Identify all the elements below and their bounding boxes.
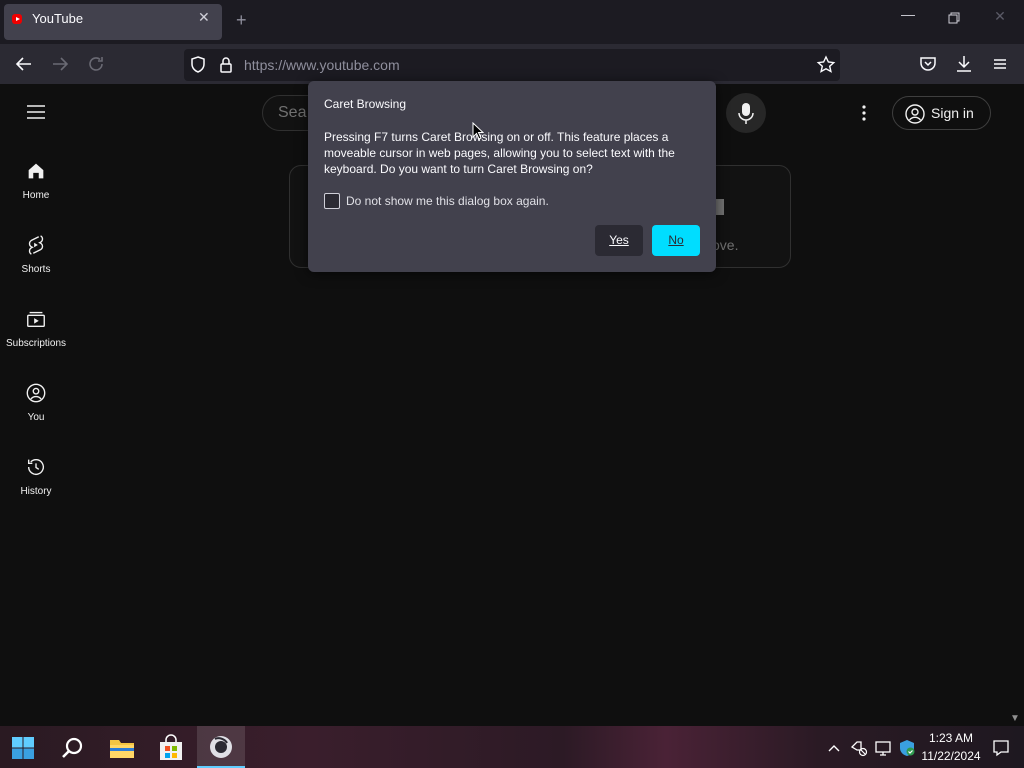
hamburger-menu-icon: [27, 105, 45, 119]
lock-icon: [220, 57, 232, 73]
dialog-title: Caret Browsing: [324, 97, 407, 111]
windows-security-button[interactable]: [898, 739, 916, 757]
taskbar-search-button[interactable]: [60, 735, 86, 761]
window-restore-button[interactable]: [944, 8, 964, 28]
window-minimize-button[interactable]: —: [898, 6, 918, 22]
search-icon: [62, 737, 83, 758]
start-button[interactable]: [10, 735, 36, 761]
hamburger-menu-icon: [994, 59, 1006, 69]
site-info-icon[interactable]: [214, 53, 238, 77]
network-status-button[interactable]: [850, 739, 868, 757]
pocket-icon: [920, 57, 936, 71]
windows-logo-icon: [12, 737, 34, 759]
download-icon: [957, 56, 971, 72]
taskbar-file-explorer[interactable]: [108, 735, 136, 761]
taskbar-microsoft-store[interactable]: [158, 734, 184, 762]
display-button[interactable]: [874, 739, 892, 757]
subscriptions-icon: [27, 311, 45, 328]
notification-icon: [993, 740, 1009, 757]
search-placeholder: Sea: [278, 104, 307, 121]
back-arrow-icon: [15, 57, 31, 71]
window-close-button[interactable]: ✕: [990, 8, 1010, 25]
tracking-protection-icon[interactable]: [186, 53, 210, 77]
folder-icon: [110, 740, 134, 758]
more-vertical-icon: [862, 105, 866, 121]
forward-button[interactable]: [48, 52, 72, 76]
pointer-icon: [472, 121, 485, 140]
app-menu-button[interactable]: [988, 52, 1012, 76]
reload-button[interactable]: [84, 52, 108, 76]
reload-icon: [89, 57, 103, 71]
history-icon: [27, 459, 44, 476]
bookmark-star-button[interactable]: [814, 53, 838, 77]
tab-title: YouTube: [32, 11, 84, 26]
taskbar-firefox[interactable]: [197, 726, 245, 768]
pocket-button[interactable]: [916, 52, 940, 76]
new-tab-button[interactable]: +: [236, 10, 247, 31]
forward-arrow-icon: [53, 57, 69, 71]
network-disconnected-icon: [850, 741, 868, 757]
notification-center-button[interactable]: [992, 739, 1010, 757]
show-hidden-icons-button[interactable]: [826, 740, 842, 756]
tab-close-button[interactable]: ✕: [198, 9, 210, 26]
firefox-icon: [210, 736, 232, 758]
do-not-show-again-label[interactable]: Do not show me this dialog box again.: [346, 194, 549, 208]
sidebar-item-you[interactable]: You: [0, 374, 72, 438]
url-text[interactable]: https://www.youtube.com: [244, 57, 400, 73]
sidebar-item-label: History: [20, 486, 52, 497]
sidebar-item-shorts[interactable]: Shorts: [0, 226, 72, 290]
sign-in-label: Sign in: [931, 105, 974, 121]
back-button[interactable]: [12, 52, 36, 76]
no-button[interactable]: No: [652, 225, 700, 256]
yes-button[interactable]: Yes: [595, 225, 643, 256]
shorts-icon: [28, 235, 44, 255]
monitor-icon: [875, 741, 891, 756]
taskbar-clock-time[interactable]: 1:23 AM: [922, 731, 980, 745]
voice-search-button[interactable]: [726, 93, 766, 133]
you-icon: [26, 383, 46, 403]
windows-taskbar: [0, 726, 1024, 768]
microphone-icon: [738, 103, 754, 124]
sidebar-item-label: Subscriptions: [5, 338, 67, 349]
mouse-cursor-icon: [472, 121, 485, 140]
settings-more-button[interactable]: [852, 101, 876, 125]
sidebar-item-history[interactable]: History: [0, 448, 72, 512]
home-icon: [28, 163, 44, 179]
sidebar-item-label: Home: [22, 190, 50, 201]
account-icon: [905, 104, 925, 124]
star-icon: [816, 55, 836, 73]
do-not-show-again-checkbox[interactable]: [324, 193, 340, 209]
sidebar-item-subscriptions[interactable]: Subscriptions: [0, 300, 72, 364]
sidebar-item-label: You: [27, 412, 45, 423]
scroll-down-arrow-icon[interactable]: ▼: [1010, 713, 1020, 724]
sidebar-item-home[interactable]: Home: [0, 152, 72, 216]
youtube-guide-button[interactable]: [24, 100, 48, 124]
security-shield-icon: [900, 740, 915, 756]
restore-icon: [948, 12, 960, 24]
shield-icon: [191, 56, 205, 73]
chevron-up-icon: [828, 745, 840, 752]
dialog-message: Pressing F7 turns Caret Browsing on or o…: [324, 130, 675, 176]
taskbar-clock-date[interactable]: 11/22/2024: [918, 749, 984, 763]
store-icon: [160, 734, 182, 760]
sidebar-item-label: Shorts: [21, 264, 51, 275]
youtube-favicon-icon: [12, 14, 22, 24]
downloads-button[interactable]: [952, 52, 976, 76]
